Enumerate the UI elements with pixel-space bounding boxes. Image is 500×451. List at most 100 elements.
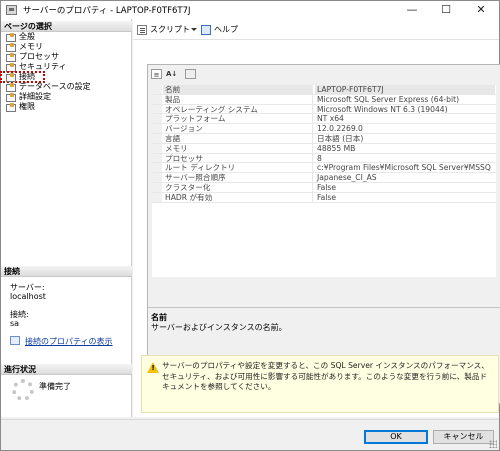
property-value: Microsoft Windows NT 6.3 (19044) — [317, 104, 448, 114]
grid-gutter — [152, 133, 162, 143]
toolbar-divider — [133, 39, 499, 40]
grid-gutter — [152, 85, 162, 94]
grid-row[interactable]: オペレーティング システム Microsoft Windows NT 6.3 (… — [152, 104, 496, 115]
property-value: False — [317, 182, 337, 192]
grid-gutter — [152, 114, 162, 124]
grid-row[interactable]: 名前 LAPTOP-F0TF6T7J — [152, 85, 496, 95]
property-name: 名前 — [163, 85, 313, 94]
grid-row[interactable]: プラットフォーム NT x64 — [152, 114, 496, 125]
page-item-label: セキュリティ — [19, 62, 67, 71]
property-name: バージョン — [163, 124, 313, 133]
property-name: サーバー照合順序 — [163, 173, 313, 182]
property-name: プロセッサ — [163, 153, 313, 163]
property-value: 8 — [317, 153, 322, 163]
grid-row[interactable]: HADR が有効 False — [152, 192, 496, 203]
grid-row[interactable]: バージョン 12.0.2269.0 — [152, 124, 496, 134]
property-value: Japanese_CI_AS — [317, 173, 377, 182]
grid-row[interactable]: クラスター化 False — [152, 182, 496, 193]
grid-row[interactable]: メモリ 48855 MB — [152, 143, 496, 154]
grid-row[interactable]: 製品 Microsoft SQL Server Express (64-bit) — [152, 94, 496, 105]
page-icon — [6, 73, 16, 82]
help-label: ヘルプ — [214, 25, 238, 34]
page-icon — [6, 63, 16, 72]
page-item-general[interactable]: 全般 — [1, 32, 132, 42]
progress-header: 進行状況 — [1, 364, 132, 375]
connection-properties-icon — [10, 336, 20, 345]
page-item-label: メモリ — [19, 42, 43, 51]
property-name: オペレーティング システム — [163, 104, 313, 114]
grid-row[interactable]: 言語 日本語 (日本) — [152, 133, 496, 144]
page-icon — [6, 103, 16, 112]
progress-spinner-icon — [12, 379, 34, 401]
property-grid: 名前 LAPTOP-F0TF6T7J 製品 Microsoft SQL Serv… — [152, 85, 496, 277]
script-button[interactable]: スクリプト — [137, 24, 190, 36]
grid-gutter — [152, 104, 162, 114]
page-item-security[interactable]: セキュリティ — [1, 62, 132, 72]
property-value: 48855 MB — [317, 143, 356, 153]
grid-gutter — [152, 163, 162, 173]
alphabetical-icon[interactable]: A↓ — [166, 69, 177, 79]
page-item-label: プロセッサ — [19, 52, 59, 61]
script-label: スクリプト — [150, 25, 190, 34]
grid-gutter — [152, 182, 162, 192]
page-list: 全般 メモリ プロセッサ セキュリティ 接続 データベースの設定 詳細設定 権限 — [0, 32, 132, 112]
property-value: False — [317, 192, 337, 202]
property-value: c:¥Program Files¥Microsoft SQL Server¥MS… — [317, 163, 491, 173]
toolbar: スクリプト ヘルプ — [133, 19, 499, 39]
title-bar: サーバーのプロパティ - LAPTOP-F0TF6T7J — ☐ ✕ — [1, 1, 499, 19]
page-icon — [6, 83, 16, 92]
script-icon — [137, 25, 147, 35]
property-name: HADR が有効 — [163, 192, 313, 202]
grid-gutter — [152, 94, 162, 104]
property-pages-icon[interactable] — [185, 69, 196, 79]
grid-gutter — [152, 192, 162, 202]
property-value: 12.0.2269.0 — [317, 124, 363, 133]
property-name: 言語 — [163, 133, 313, 143]
categorized-icon[interactable]: ≡ — [151, 69, 162, 79]
page-item-label: 権限 — [19, 102, 35, 111]
help-button[interactable]: ヘルプ — [201, 24, 238, 36]
page-item-label: 接続 — [19, 72, 35, 81]
grid-row[interactable]: プロセッサ 8 — [152, 153, 496, 164]
ok-button[interactable]: OK — [364, 430, 428, 444]
warning-message-box: ! サーバーのプロパティや設定を変更すると、この SQL Server インスタ… — [141, 355, 499, 413]
view-connection-properties-link[interactable]: 接続のプロパティの表示 — [25, 336, 113, 347]
resize-grip-icon[interactable] — [489, 440, 497, 448]
page-item-label: 詳細設定 — [19, 92, 51, 101]
page-icon — [6, 53, 16, 62]
page-item-advanced[interactable]: 詳細設定 — [1, 92, 132, 102]
script-dropdown-arrow-icon[interactable] — [191, 28, 197, 31]
window-icon — [6, 5, 17, 15]
warning-icon: ! — [147, 362, 159, 373]
connection-value: sa — [10, 319, 20, 328]
page-item-processors[interactable]: プロセッサ — [1, 52, 132, 62]
page-item-label: データベースの設定 — [19, 82, 91, 91]
property-name: 製品 — [163, 94, 313, 104]
page-item-database-settings[interactable]: データベースの設定 — [1, 82, 132, 92]
page-item-connections[interactable]: 接続 — [0, 71, 45, 83]
grid-row[interactable]: サーバー照合順序 Japanese_CI_AS — [152, 173, 496, 183]
property-value: Microsoft SQL Server Express (64-bit) — [317, 94, 460, 104]
property-value: NT x64 — [317, 114, 344, 124]
page-item-permissions[interactable]: 権限 — [1, 102, 132, 112]
minimize-button[interactable]: — — [395, 1, 429, 19]
server-value: localhost — [10, 292, 46, 301]
property-name: メモリ — [163, 143, 313, 153]
grid-gutter — [152, 124, 162, 133]
grid-row[interactable]: ルート ディレクトリ c:¥Program Files¥Microsoft SQ… — [152, 163, 496, 174]
cancel-button[interactable]: キャンセル — [433, 430, 494, 444]
window-title: サーバーのプロパティ - LAPTOP-F0TF6T7J — [23, 6, 191, 16]
progress-status: 準備完了 — [39, 382, 71, 391]
property-name: クラスター化 — [163, 182, 313, 192]
maximize-button[interactable]: ☐ — [429, 1, 463, 19]
connection-header: 接続 — [1, 266, 132, 277]
description-text: サーバーおよびインスタンスの名前。 — [151, 323, 287, 332]
help-icon — [201, 25, 211, 35]
grid-gutter — [152, 153, 162, 163]
server-properties-window: サーバーのプロパティ - LAPTOP-F0TF6T7J — ☐ ✕ ページの選… — [0, 0, 500, 451]
property-name: ルート ディレクトリ — [163, 163, 313, 173]
grid-gutter — [152, 143, 162, 153]
page-item-memory[interactable]: メモリ — [1, 42, 132, 52]
page-item-label: 全般 — [19, 32, 35, 41]
close-button[interactable]: ✕ — [464, 1, 498, 19]
